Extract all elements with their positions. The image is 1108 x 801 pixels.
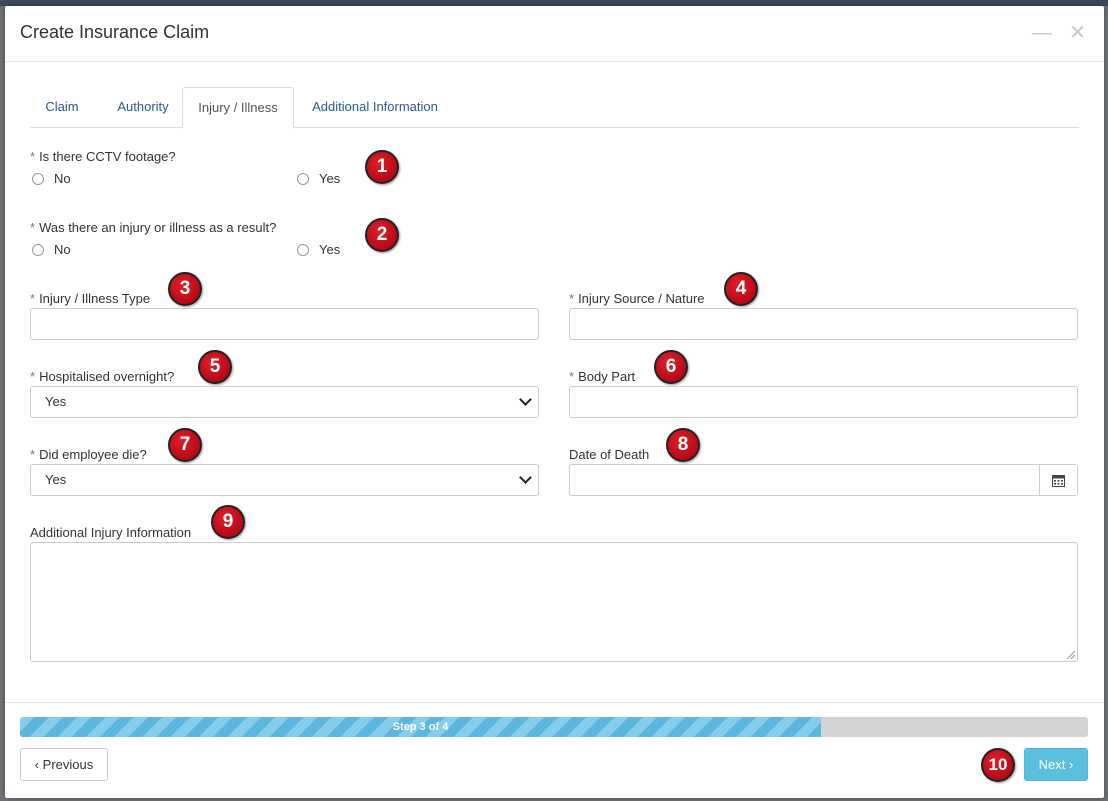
body-part-input[interactable] <box>569 386 1078 418</box>
minimize-icon[interactable]: — <box>1032 22 1052 44</box>
cctv-no-radio[interactable]: No <box>32 171 71 186</box>
chevron-down-icon <box>519 471 532 484</box>
tab-authority[interactable]: Authority <box>106 87 180 126</box>
next-button[interactable]: Next › <box>1024 748 1088 781</box>
modal-header: Create Insurance Claim — ✕ <box>5 6 1104 62</box>
radio-circle <box>32 172 44 185</box>
annotation-badge-4: 4 <box>724 272 758 306</box>
annotation-badge-6: 6 <box>654 350 688 384</box>
annotation-badge-5: 5 <box>198 350 232 384</box>
cctv-yes-radio[interactable]: Yes <box>297 171 340 186</box>
tab-additional-information[interactable]: Additional Information <box>305 87 445 126</box>
progress-fill: Step 3 of 4 <box>20 717 821 737</box>
date-of-death-input[interactable] <box>569 464 1078 496</box>
injury-source-label: * Injury Source / Nature <box>569 291 705 306</box>
cctv-label: * Is there CCTV footage? <box>30 149 176 164</box>
annotation-badge-1: 1 <box>365 150 399 184</box>
annotation-badge-7: 7 <box>168 428 202 462</box>
modal-title: Create Insurance Claim <box>20 22 210 42</box>
close-icon[interactable]: ✕ <box>1069 22 1086 44</box>
radio-circle <box>32 243 44 256</box>
injury-type-input[interactable] <box>30 308 539 340</box>
hospitalised-select[interactable]: Yes <box>30 386 539 418</box>
tab-bar: Claim Authority Injury / Illness Additio… <box>30 87 1079 129</box>
tab-injury-illness[interactable]: Injury / Illness <box>182 87 294 129</box>
employee-die-value: Yes <box>45 472 67 487</box>
annotation-badge-9: 9 <box>211 505 245 539</box>
body-part-label: * Body Part <box>569 369 636 384</box>
resize-handle-icon[interactable] <box>1067 651 1075 659</box>
employee-die-label: * Did employee die? <box>30 447 147 462</box>
injury-result-no-radio[interactable]: No <box>32 242 71 257</box>
annotation-badge-10: 10 <box>981 748 1015 782</box>
annotation-badge-8: 8 <box>666 428 700 462</box>
calendar-button[interactable] <box>1039 465 1077 495</box>
date-of-death-label: Date of Death <box>569 447 650 462</box>
previous-button[interactable]: ‹ Previous <box>20 748 108 781</box>
annotation-badge-2: 2 <box>365 218 399 252</box>
tab-claim[interactable]: Claim <box>30 87 94 126</box>
create-claim-modal: Create Insurance Claim — ✕ Claim Authori… <box>5 6 1104 798</box>
injury-type-label: * Injury / Illness Type <box>30 291 151 306</box>
annotation-badge-3: 3 <box>168 272 202 306</box>
injury-source-input[interactable] <box>569 308 1078 340</box>
hospitalised-label: * Hospitalised overnight? <box>30 369 175 384</box>
header-icons: — ✕ <box>1020 20 1086 45</box>
additional-info-label: Additional Injury Information <box>30 525 192 540</box>
additional-info-textarea[interactable] <box>30 542 1078 662</box>
calendar-icon <box>1052 474 1065 487</box>
injury-result-yes-radio[interactable]: Yes <box>297 242 340 257</box>
progress-bar: Step 3 of 4 <box>20 717 1088 737</box>
footer-divider <box>5 702 1104 703</box>
injury-result-label: * Was there an injury or illness as a res… <box>30 220 277 235</box>
chevron-down-icon <box>519 393 532 406</box>
hospitalised-value: Yes <box>45 394 67 409</box>
radio-circle <box>297 172 309 185</box>
employee-die-select[interactable]: Yes <box>30 464 539 496</box>
radio-circle <box>297 243 309 256</box>
